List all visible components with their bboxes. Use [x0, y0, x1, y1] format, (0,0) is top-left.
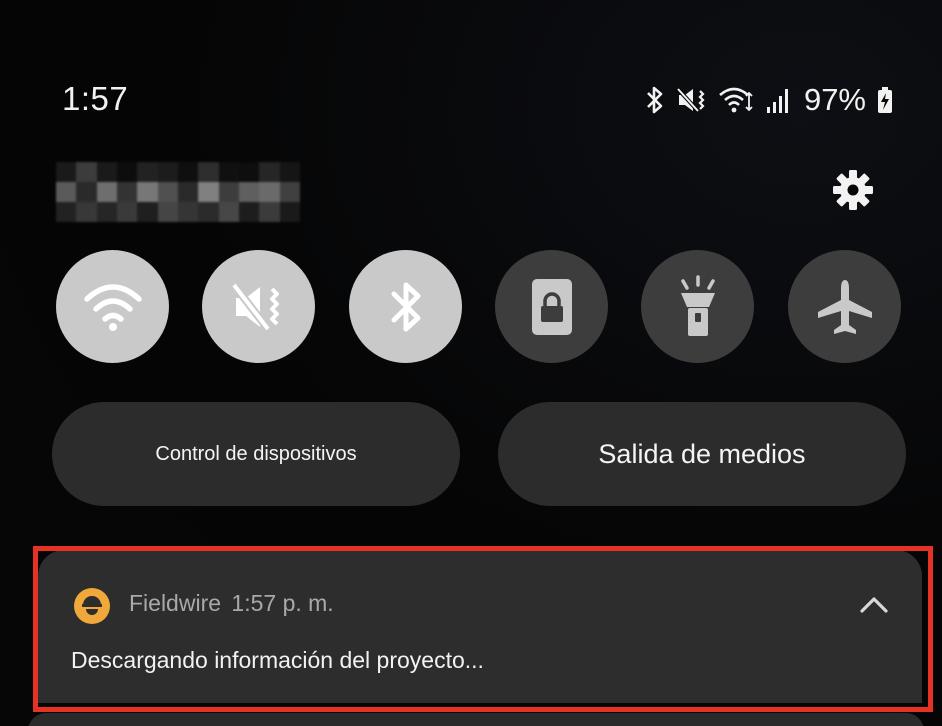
media-output-button[interactable]: Salida de medios [498, 402, 906, 506]
fieldwire-app-icon [74, 588, 110, 624]
settings-button[interactable] [828, 165, 878, 215]
tile-rotation-lock[interactable] [495, 250, 608, 363]
airplane-icon [817, 279, 872, 334]
tile-wifi[interactable] [56, 250, 169, 363]
notification-card[interactable]: Fieldwire 1:57 p. m. Descargando informa… [38, 550, 922, 703]
tile-sound[interactable] [202, 250, 315, 363]
notification-shade: 1:57 97% Control de dispositivos Salida … [0, 0, 942, 726]
device-control-button[interactable]: Control de dispositivos [52, 402, 460, 506]
bluetooth-icon [644, 85, 666, 115]
quick-settings-tiles [56, 250, 901, 364]
collapse-notification-button[interactable] [856, 590, 892, 620]
notification-message: Descargando información del proyecto... [71, 647, 484, 673]
mute-icon [230, 282, 279, 331]
mute-vibrate-icon [676, 85, 708, 115]
tile-flashlight[interactable] [641, 250, 754, 363]
cell-signal-icon [766, 85, 792, 115]
chevron-up-icon [860, 597, 888, 613]
notification-app-name: Fieldwire [129, 590, 222, 616]
notification-time: 1:57 p. m. [231, 590, 334, 616]
notification-header: Fieldwire 1:57 p. m. [129, 590, 334, 617]
battery-charging-icon [876, 85, 894, 115]
status-icons: 97% [644, 80, 894, 120]
flashlight-icon [680, 274, 715, 336]
media-output-label: Salida de medios [598, 438, 806, 469]
account-name-redacted [56, 162, 300, 222]
tile-bluetooth[interactable] [349, 250, 462, 363]
status-clock: 1:57 [62, 80, 129, 117]
tile-airplane-mode[interactable] [788, 250, 901, 363]
next-notification-card[interactable] [28, 713, 924, 726]
wifi-icon [83, 283, 142, 331]
gear-icon [833, 170, 873, 210]
portrait-lock-icon [531, 278, 572, 335]
device-control-label: Control de dispositivos [155, 442, 357, 465]
battery-percent: 97% [803, 82, 866, 117]
status-bar: 1:57 97% [0, 70, 942, 130]
bluetooth-icon [391, 282, 420, 331]
wifi-calling-icon [718, 85, 756, 115]
